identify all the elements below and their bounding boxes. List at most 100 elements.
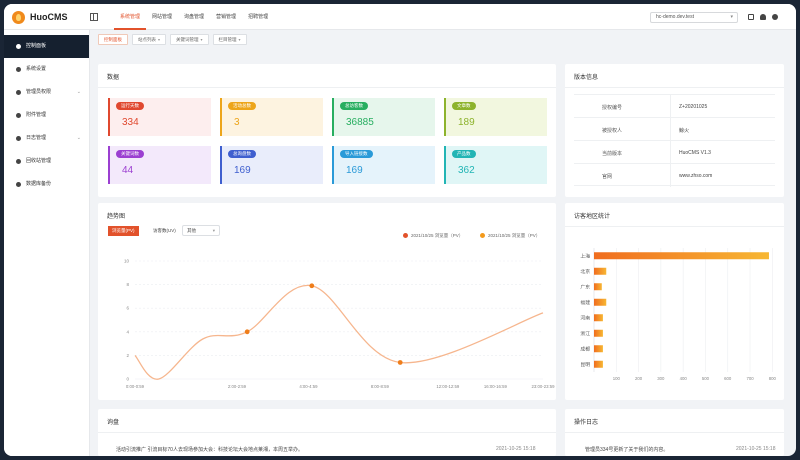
sidebar-item-attachments[interactable]: 附件管理 (4, 104, 89, 127)
version-value: Z+20201025 (679, 104, 708, 110)
x-tick-label: 23:00-23:59 (532, 384, 556, 389)
version-value: 鲸火 (679, 128, 690, 134)
stat-tile[interactable]: 总访客数 36885 (332, 98, 435, 136)
tag-site-list[interactable]: 站点列表 ▾ (132, 34, 167, 45)
version-row: 授权编号 Z+20201025 (574, 94, 775, 118)
chevron-down-icon: ⌄ (76, 89, 81, 95)
version-row: 当前版本 HuoCMS V1.3 (574, 140, 775, 164)
trend-line-chart: 0 2 4 6 8 10 0:00-0:59 2:00-2:59 4:00-4:59 8:00-8… (124, 259, 556, 390)
stat-value: 362 (458, 165, 475, 176)
x-tick-label: 800 (769, 376, 777, 381)
version-card: 版本信息 授权编号 Z+20201025 被授权人 鲸火 当前版本 HuoCMS… (565, 64, 784, 197)
tag-dashboard[interactable]: 控制面板 (98, 34, 128, 45)
topnav-item-recruit[interactable]: 招聘管理 (242, 4, 274, 30)
stat-value: 3 (234, 117, 240, 128)
topnav-item-site[interactable]: 网站管理 (146, 4, 178, 30)
version-title: 版本信息 (574, 75, 599, 81)
stat-tile[interactable]: 运行天数 334 (108, 98, 211, 136)
tag-columns[interactable]: 栏目管理 ▾ (212, 34, 247, 45)
topnav-item-marketing[interactable]: 营销管理 (210, 4, 242, 30)
sidebar-item-label: 系统设置 (26, 66, 47, 72)
user-icon (16, 90, 21, 95)
divider (670, 118, 671, 141)
user-avatar-icon[interactable] (772, 14, 778, 20)
region-bar (594, 345, 603, 353)
domain-select[interactable]: hc-demo.dev.test (650, 12, 738, 23)
region-bar-chart: 100 200 300 400 500 600 700 800 上海北京广东福建河南浙江成都昆明 (580, 248, 777, 381)
stat-value: 44 (122, 165, 134, 176)
sidebar-item-label: 回收站管理 (26, 158, 52, 164)
tab-pv[interactable]: 浏览量(PV) (108, 226, 139, 236)
stat-label: 导入链接数 (340, 150, 373, 158)
legend-label: 2021/10/25 浏览量（PV） (411, 233, 464, 238)
sidebar-item-recycle[interactable]: 回收站管理 (4, 150, 89, 173)
version-row: 被授权人 鲸火 (574, 117, 775, 141)
legend-dot (480, 233, 485, 238)
inquiry-item-text[interactable]: 活动引流推广 引流目标70人去现场参加大会：科技论坛大会地点莱湘，本周五举办。 (116, 446, 303, 453)
stat-label: 总访客数 (340, 102, 368, 110)
stat-label: 关键词数 (116, 150, 144, 158)
tag-bar: 控制面板 站点列表 ▾ 关键词管理 ▾ 栏目管理 ▾ (98, 34, 251, 46)
region-bar (594, 314, 603, 322)
y-tick-label: 10 (124, 259, 130, 264)
stat-tile[interactable]: 文章数 189 (444, 98, 547, 136)
x-tick-label: 500 (702, 376, 710, 381)
sidebar-item-label: 日志管理 (26, 135, 47, 141)
stat-tile[interactable]: 总询盘数 169 (220, 146, 323, 184)
app-window: HuoCMS 系统管理 网站管理 询盘管理 营销管理 招聘管理 hc-demo.… (4, 4, 796, 456)
stats-title: 数据 (107, 75, 120, 81)
stat-tile[interactable]: 关键词数 44 (108, 146, 211, 184)
version-value: HuoCMS V1.3 (679, 150, 711, 156)
inquiry-card: 询盘 活动引流推广 引流目标70人去现场参加大会：科技论坛大会地点莱湘，本周五举… (98, 409, 556, 456)
sidebar-item-admin[interactable]: 管理员权限 ⌄ (4, 81, 89, 104)
gear-icon (16, 67, 21, 72)
trend-filter-select[interactable]: 其他 (182, 225, 220, 236)
x-tick-label: 8:00-8:59 (371, 384, 390, 389)
message-icon[interactable] (748, 14, 754, 20)
tag-keywords[interactable]: 关键词管理 ▾ (170, 34, 209, 45)
category-label: 昆明 (580, 362, 590, 368)
category-label: 广东 (580, 283, 590, 290)
x-tick-label: 4:00-4:59 (299, 384, 318, 389)
stat-value: 334 (122, 117, 139, 128)
trend-title: 趋势图 (107, 214, 126, 220)
logo[interactable]: HuoCMS (12, 10, 68, 24)
trash-icon (16, 159, 21, 164)
sidebar-item-dashboard[interactable]: 控制面板 (4, 35, 89, 58)
version-label: 当前版本 (602, 151, 623, 157)
stat-label: 活动总数 (228, 102, 256, 110)
tag-label: 关键词管理 (176, 37, 199, 42)
tab-uv[interactable]: 访客数(UV) (149, 226, 180, 236)
version-row: 官网 www.zhso.com (574, 163, 775, 187)
sidebar-item-settings[interactable]: 系统设置 (4, 58, 89, 81)
topnav-item-inquiry[interactable]: 询盘管理 (178, 4, 210, 30)
y-tick-label: 2 (126, 353, 129, 358)
bell-icon[interactable] (760, 14, 766, 20)
category-label: 上海 (580, 252, 590, 259)
divider (565, 432, 784, 433)
inquiry-item-time: 2021-10-25 15:18 (496, 446, 536, 452)
divider (565, 226, 784, 227)
sidebar-item-logs[interactable]: 日志管理 ⌄ (4, 127, 89, 150)
oplog-title: 操作日志 (574, 420, 599, 426)
stat-tile[interactable]: 活动总数 3 (220, 98, 323, 136)
category-label: 河南 (580, 314, 590, 321)
menu-toggle-icon[interactable] (90, 13, 98, 21)
stats-card: 数据 运行天数 334 活动总数 3 总访客数 36885 文章数 189 关键词数 44 总询盘数… (98, 64, 556, 197)
divider (670, 164, 671, 187)
stat-tile[interactable]: 导入链接数 169 (332, 146, 435, 184)
sidebar-item-label: 数据库备份 (26, 181, 52, 187)
x-tick-label: 100 (613, 376, 621, 381)
sidebar-item-backup[interactable]: 数据库备份 (4, 173, 89, 196)
oplog-item-text[interactable]: 管理员334号更新了关于我们的内容。 (585, 446, 668, 453)
category-label: 成都 (580, 345, 590, 352)
stat-tile[interactable]: 产品数 362 (444, 146, 547, 184)
legend-item: 2021/10/25 浏览量（PV） (403, 233, 463, 239)
divider (670, 141, 671, 164)
version-label: 官网 (602, 174, 613, 180)
sidebar-item-label: 附件管理 (26, 112, 47, 118)
x-tick-label: 400 (680, 376, 688, 381)
topnav-item-system[interactable]: 系统管理 (114, 4, 147, 30)
region-bar (594, 360, 603, 368)
region-title: 访客地区统计 (574, 214, 611, 220)
